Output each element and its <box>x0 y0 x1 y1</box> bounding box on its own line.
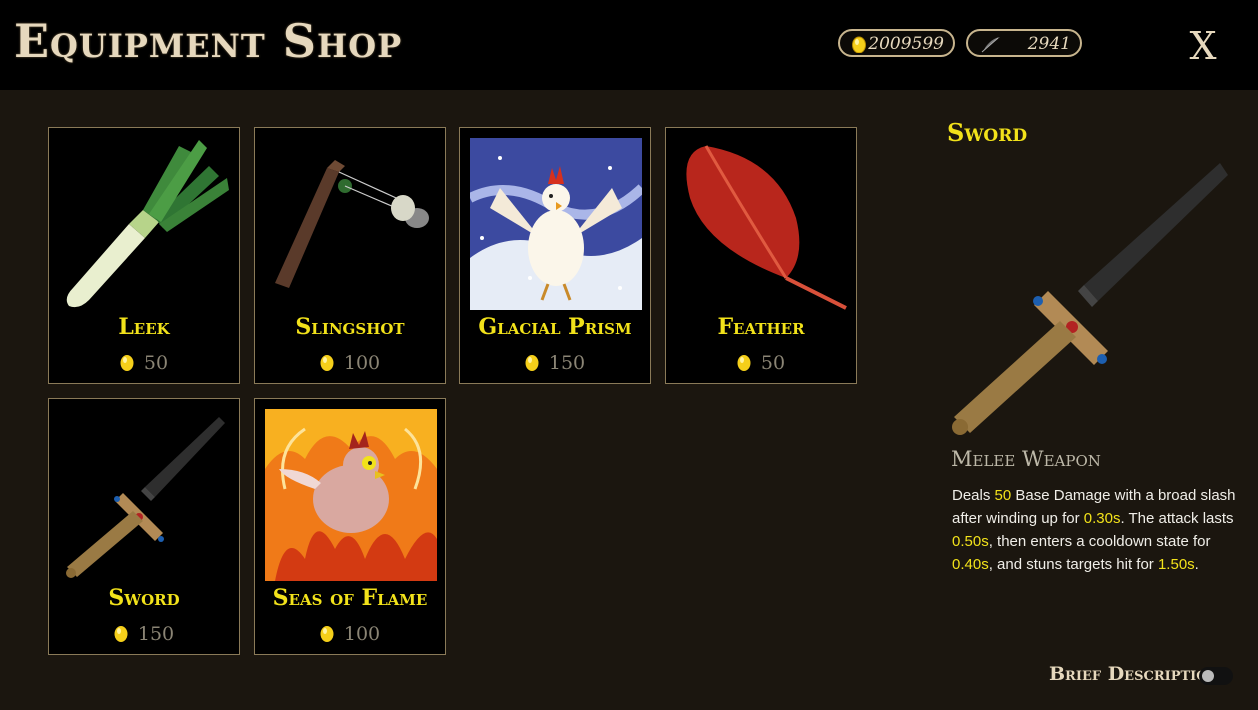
egg-icon <box>114 624 128 647</box>
item-price: 150 <box>460 352 650 376</box>
item-name: Leek <box>118 314 170 340</box>
item-price-value: 100 <box>343 623 381 645</box>
feather-count: 2941 <box>1027 34 1071 54</box>
item-name: Slingshot <box>295 314 405 340</box>
item-name: Sword <box>108 585 180 611</box>
item-price: 50 <box>49 352 239 376</box>
item-price-value: 100 <box>343 352 381 374</box>
desc-cooldown: 0.40s <box>952 556 989 573</box>
item-name: Feather <box>717 314 805 340</box>
egg-icon <box>525 353 539 376</box>
desc-duration: 0.50s <box>952 533 989 550</box>
page-title: Equipment Shop <box>14 14 403 68</box>
item-card-glacial-prism[interactable]: Glacial Prism 150 <box>459 127 651 384</box>
item-price: 100 <box>255 352 445 376</box>
egg-icon <box>320 624 334 647</box>
egg-icon <box>120 353 134 376</box>
desc-damage: 50 <box>994 487 1012 504</box>
desc-text: Deals <box>952 487 995 504</box>
brief-description-toggle[interactable] <box>1199 667 1233 685</box>
item-price: 100 <box>255 623 445 647</box>
egg-counter: 2009599 <box>838 29 955 57</box>
item-card-sword[interactable]: Sword 150 <box>48 398 240 655</box>
item-card-feather[interactable]: Feather 50 <box>665 127 857 384</box>
desc-text: . The attack lasts <box>1120 510 1234 527</box>
item-name: Glacial Prism <box>478 314 632 340</box>
item-price: 50 <box>666 352 856 376</box>
leek-art <box>59 138 231 310</box>
detail-sword-art <box>944 155 1234 440</box>
toggle-knob <box>1202 670 1214 682</box>
detail-type: Melee Weapon <box>951 447 1101 471</box>
item-price-value: 150 <box>548 352 586 374</box>
brief-description-label: Brief Description <box>1049 663 1220 685</box>
item-price-value: 50 <box>760 352 786 374</box>
close-button[interactable]: X <box>1186 24 1220 68</box>
item-price: 150 <box>49 623 239 647</box>
desc-stun: 1.50s <box>1157 556 1195 573</box>
item-name: Seas of Flame <box>272 585 428 611</box>
egg-icon <box>320 353 334 376</box>
egg-icon <box>852 35 866 58</box>
detail-description: Deals 50 Base Damage with a broad slash … <box>952 484 1242 576</box>
slingshot-art <box>265 138 437 310</box>
egg-icon <box>737 353 751 376</box>
desc-text: . <box>1194 556 1199 573</box>
item-price-value: 50 <box>143 352 169 374</box>
item-card-leek[interactable]: Leek 50 <box>48 127 240 384</box>
sword-art <box>59 409 231 581</box>
desc-text: , and stuns targets hit for <box>988 556 1158 573</box>
item-card-slingshot[interactable]: Slingshot 100 <box>254 127 446 384</box>
detail-title: Sword <box>947 118 1028 147</box>
feather-art <box>676 138 848 310</box>
desc-windup: 0.30s <box>1083 510 1121 527</box>
feather-counter: 2941 <box>966 29 1082 57</box>
feather-icon <box>980 35 1002 58</box>
top-bar: Equipment Shop 2009599 2941 X <box>0 0 1258 90</box>
desc-text: , then enters a cooldown state for <box>988 533 1211 550</box>
seas-of-flame-art <box>265 409 437 581</box>
egg-count: 2009599 <box>868 34 944 54</box>
item-card-seas-of-flame[interactable]: Seas of Flame 100 <box>254 398 446 655</box>
glacial-prism-art <box>467 138 646 310</box>
item-price-value: 150 <box>137 623 175 645</box>
